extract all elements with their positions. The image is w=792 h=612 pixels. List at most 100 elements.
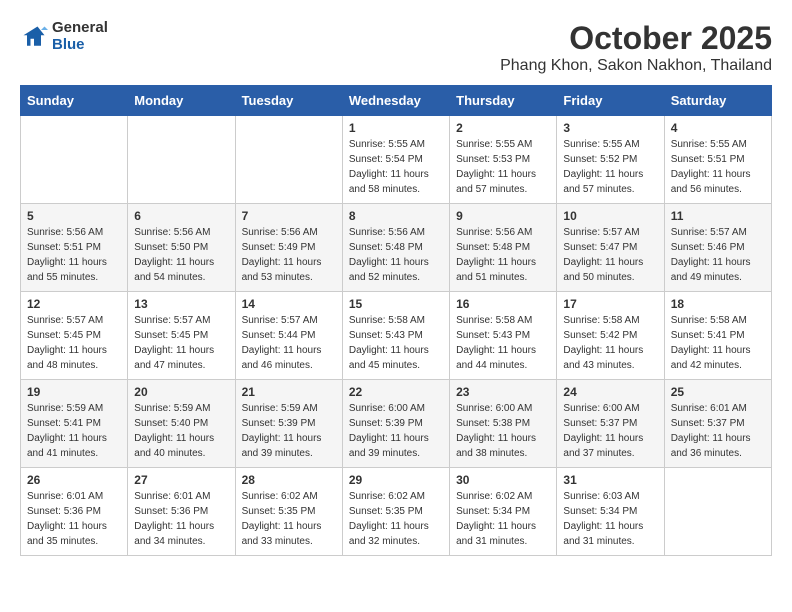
calendar-cell: 31Sunrise: 6:03 AMSunset: 5:34 PMDayligh…	[557, 468, 664, 556]
day-number: 13	[134, 297, 228, 311]
title-block: October 2025 Phang Khon, Sakon Nakhon, T…	[500, 20, 772, 75]
day-number: 19	[27, 385, 121, 399]
day-number: 15	[349, 297, 443, 311]
day-info: Sunrise: 6:01 AMSunset: 5:36 PMDaylight:…	[27, 489, 121, 549]
calendar-week-row: 12 Sunrise: 5:57 AMSunset: 5:45 PMDayligh…	[21, 292, 772, 380]
location-title: Phang Khon, Sakon Nakhon, Thailand	[500, 57, 772, 75]
calendar-cell: 25Sunrise: 6:01 AMSunset: 5:37 PMDayligh…	[664, 380, 771, 468]
calendar-table: SundayMondayTuesdayWednesdayThursdayFrid…	[20, 85, 772, 556]
calendar-cell: 28 Sunrise: 6:02 AMSunset: 5:35 PMDayligh…	[235, 468, 342, 556]
day-info: Sunrise: 5:57 AMSunset: 5:44 PMDaylight:…	[242, 313, 336, 373]
day-info: Sunrise: 5:56 AMSunset: 5:48 PMDaylight:…	[349, 225, 443, 285]
calendar-cell	[21, 116, 128, 204]
day-number: 6	[134, 209, 228, 223]
day-info: Sunrise: 5:55 AMSunset: 5:53 PMDaylight:…	[456, 137, 550, 197]
calendar-header: SundayMondayTuesdayWednesdayThursdayFrid…	[21, 86, 772, 116]
calendar-cell: 4 Sunrise: 5:55 AMSunset: 5:51 PMDaylight…	[664, 116, 771, 204]
day-info: Sunrise: 6:02 AMSunset: 5:34 PMDaylight:…	[456, 489, 550, 549]
calendar-cell: 12 Sunrise: 5:57 AMSunset: 5:45 PMDayligh…	[21, 292, 128, 380]
calendar-cell: 2 Sunrise: 5:55 AMSunset: 5:53 PMDaylight…	[450, 116, 557, 204]
weekday-header: Sunday	[21, 86, 128, 116]
calendar-cell: 20 Sunrise: 5:59 AMSunset: 5:40 PMDayligh…	[128, 380, 235, 468]
day-number: 30	[456, 473, 550, 487]
day-number: 21	[242, 385, 336, 399]
logo-general-text: General	[52, 20, 108, 37]
calendar-cell: 16Sunrise: 5:58 AMSunset: 5:43 PMDayligh…	[450, 292, 557, 380]
day-info: Sunrise: 5:56 AMSunset: 5:51 PMDaylight:…	[27, 225, 121, 285]
day-info: Sunrise: 6:02 AMSunset: 5:35 PMDaylight:…	[242, 489, 336, 549]
calendar-cell: 24 Sunrise: 6:00 AMSunset: 5:37 PMDayligh…	[557, 380, 664, 468]
day-number: 10	[563, 209, 657, 223]
weekday-row: SundayMondayTuesdayWednesdayThursdayFrid…	[21, 86, 772, 116]
day-number: 14	[242, 297, 336, 311]
calendar-cell: 3Sunrise: 5:55 AMSunset: 5:52 PMDaylight…	[557, 116, 664, 204]
day-number: 22	[349, 385, 443, 399]
day-info: Sunrise: 5:55 AMSunset: 5:51 PMDaylight:…	[671, 137, 765, 197]
calendar-cell	[235, 116, 342, 204]
calendar-cell: 17 Sunrise: 5:58 AMSunset: 5:42 PMDayligh…	[557, 292, 664, 380]
calendar-cell: 15Sunrise: 5:58 AMSunset: 5:43 PMDayligh…	[342, 292, 449, 380]
weekday-header: Monday	[128, 86, 235, 116]
day-number: 1	[349, 121, 443, 135]
day-info: Sunrise: 6:00 AMSunset: 5:38 PMDaylight:…	[456, 401, 550, 461]
calendar-cell: 6 Sunrise: 5:56 AMSunset: 5:50 PMDaylight…	[128, 204, 235, 292]
day-info: Sunrise: 5:55 AMSunset: 5:54 PMDaylight:…	[349, 137, 443, 197]
calendar-week-row: 5 Sunrise: 5:56 AMSunset: 5:51 PMDaylight…	[21, 204, 772, 292]
calendar-cell: 14 Sunrise: 5:57 AMSunset: 5:44 PMDayligh…	[235, 292, 342, 380]
calendar-cell: 23 Sunrise: 6:00 AMSunset: 5:38 PMDayligh…	[450, 380, 557, 468]
day-info: Sunrise: 5:56 AMSunset: 5:50 PMDaylight:…	[134, 225, 228, 285]
calendar-cell: 9Sunrise: 5:56 AMSunset: 5:48 PMDaylight…	[450, 204, 557, 292]
day-info: Sunrise: 5:56 AMSunset: 5:48 PMDaylight:…	[456, 225, 550, 285]
day-number: 20	[134, 385, 228, 399]
day-info: Sunrise: 5:56 AMSunset: 5:49 PMDaylight:…	[242, 225, 336, 285]
day-info: Sunrise: 6:01 AMSunset: 5:36 PMDaylight:…	[134, 489, 228, 549]
calendar-body: 1 Sunrise: 5:55 AMSunset: 5:54 PMDaylight…	[21, 116, 772, 556]
day-number: 5	[27, 209, 121, 223]
calendar-cell: 11Sunrise: 5:57 AMSunset: 5:46 PMDayligh…	[664, 204, 771, 292]
day-info: Sunrise: 5:58 AMSunset: 5:41 PMDaylight:…	[671, 313, 765, 373]
day-number: 17	[563, 297, 657, 311]
day-number: 4	[671, 121, 765, 135]
day-info: Sunrise: 6:00 AMSunset: 5:39 PMDaylight:…	[349, 401, 443, 461]
day-info: Sunrise: 6:02 AMSunset: 5:35 PMDaylight:…	[349, 489, 443, 549]
day-number: 8	[349, 209, 443, 223]
calendar-cell: 30 Sunrise: 6:02 AMSunset: 5:34 PMDayligh…	[450, 468, 557, 556]
day-number: 2	[456, 121, 550, 135]
day-info: Sunrise: 5:57 AMSunset: 5:45 PMDaylight:…	[134, 313, 228, 373]
logo-icon	[20, 23, 48, 51]
calendar-cell: 22 Sunrise: 6:00 AMSunset: 5:39 PMDayligh…	[342, 380, 449, 468]
day-number: 18	[671, 297, 765, 311]
day-number: 29	[349, 473, 443, 487]
day-number: 7	[242, 209, 336, 223]
calendar-cell: 18 Sunrise: 5:58 AMSunset: 5:41 PMDayligh…	[664, 292, 771, 380]
logo: General Blue	[20, 20, 108, 53]
weekday-header: Friday	[557, 86, 664, 116]
day-number: 28	[242, 473, 336, 487]
day-info: Sunrise: 5:57 AMSunset: 5:45 PMDaylight:…	[27, 313, 121, 373]
weekday-header: Wednesday	[342, 86, 449, 116]
day-info: Sunrise: 6:00 AMSunset: 5:37 PMDaylight:…	[563, 401, 657, 461]
calendar-cell: 29 Sunrise: 6:02 AMSunset: 5:35 PMDayligh…	[342, 468, 449, 556]
day-number: 24	[563, 385, 657, 399]
day-info: Sunrise: 5:59 AMSunset: 5:40 PMDaylight:…	[134, 401, 228, 461]
calendar-week-row: 19Sunrise: 5:59 AMSunset: 5:41 PMDayligh…	[21, 380, 772, 468]
day-number: 25	[671, 385, 765, 399]
day-number: 31	[563, 473, 657, 487]
calendar-week-row: 26Sunrise: 6:01 AMSunset: 5:36 PMDayligh…	[21, 468, 772, 556]
page-header: General Blue October 2025 Phang Khon, Sa…	[20, 20, 772, 75]
calendar-cell: 21 Sunrise: 5:59 AMSunset: 5:39 PMDayligh…	[235, 380, 342, 468]
calendar-week-row: 1 Sunrise: 5:55 AMSunset: 5:54 PMDaylight…	[21, 116, 772, 204]
day-number: 12	[27, 297, 121, 311]
calendar-cell: 10Sunrise: 5:57 AMSunset: 5:47 PMDayligh…	[557, 204, 664, 292]
day-number: 3	[563, 121, 657, 135]
calendar-cell: 19Sunrise: 5:59 AMSunset: 5:41 PMDayligh…	[21, 380, 128, 468]
day-number: 23	[456, 385, 550, 399]
day-info: Sunrise: 5:58 AMSunset: 5:42 PMDaylight:…	[563, 313, 657, 373]
weekday-header: Thursday	[450, 86, 557, 116]
calendar-cell: 8 Sunrise: 5:56 AMSunset: 5:48 PMDaylight…	[342, 204, 449, 292]
day-info: Sunrise: 5:59 AMSunset: 5:39 PMDaylight:…	[242, 401, 336, 461]
calendar-cell: 26Sunrise: 6:01 AMSunset: 5:36 PMDayligh…	[21, 468, 128, 556]
calendar-cell: 5 Sunrise: 5:56 AMSunset: 5:51 PMDaylight…	[21, 204, 128, 292]
day-number: 16	[456, 297, 550, 311]
logo-text: General Blue	[52, 20, 108, 53]
